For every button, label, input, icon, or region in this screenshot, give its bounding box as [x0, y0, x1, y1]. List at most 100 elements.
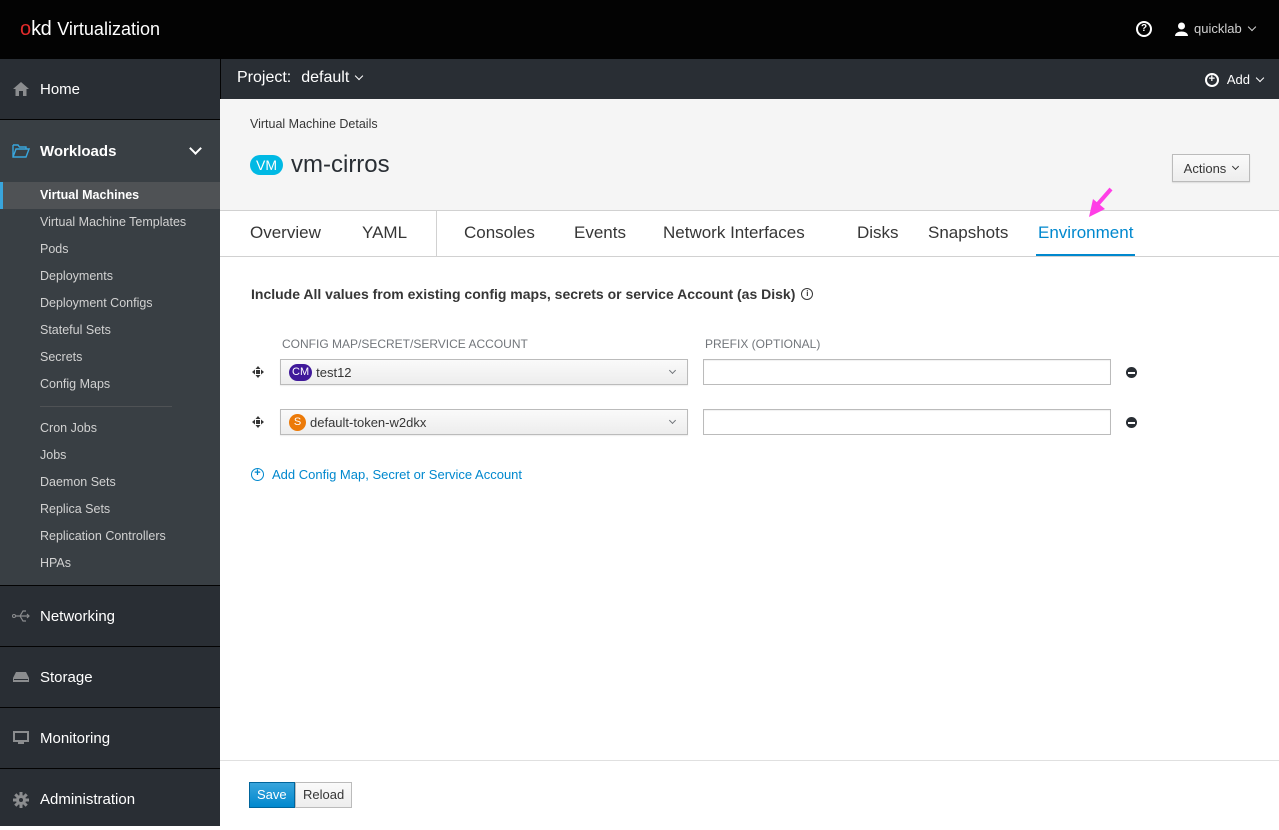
brand-o: o — [20, 18, 32, 40]
secret-badge: S — [289, 413, 306, 431]
vm-name: vm-cirros — [291, 151, 390, 178]
project-value: default — [301, 69, 350, 86]
tab-overview[interactable]: Overview — [250, 223, 321, 243]
add-label: Add — [1226, 72, 1250, 87]
source-select[interactable]: CM test12 — [280, 359, 688, 385]
info-icon[interactable]: i — [801, 288, 814, 300]
chevron-down-icon — [1232, 162, 1240, 170]
workloads-submenu: Virtual Machines Virtual Machine Template… — [0, 182, 220, 585]
tab-consoles[interactable]: Consoles — [464, 223, 535, 243]
intro-text: Include All values from existing config … — [251, 286, 796, 302]
sidebar-label: Home — [40, 80, 81, 98]
sidebar-label: Networking — [40, 607, 116, 625]
prefix-input[interactable] — [703, 359, 1111, 385]
tab-snapshots[interactable]: Snapshots — [928, 223, 1008, 243]
actions-button[interactable]: Actions — [1172, 154, 1250, 182]
sidebar-item-jobs[interactable]: Jobs — [0, 442, 220, 469]
project-bar: Project: default + Add — [220, 59, 1279, 99]
sidebar-item-secrets[interactable]: Secrets — [0, 344, 220, 371]
sidebar-item-home[interactable]: Home — [0, 59, 220, 120]
column-header-prefix: PREFIX (OPTIONAL) — [705, 337, 821, 351]
page-title: VM vm-cirros — [250, 151, 390, 179]
drag-handle-icon[interactable] — [252, 415, 264, 433]
brand-kd: kd — [31, 18, 52, 40]
sidebar-item-stateful-sets[interactable]: Stateful Sets — [0, 317, 220, 344]
sidebar-item-deployment-configs[interactable]: Deployment Configs — [0, 290, 220, 317]
sidebar-label: Storage — [40, 668, 93, 686]
form-footer: Save Reload — [220, 760, 1279, 826]
reload-button[interactable]: Reload — [295, 782, 353, 808]
drag-handle-icon[interactable] — [252, 365, 264, 383]
column-header-source: CONFIG MAP/SECRET/SERVICE ACCOUNT — [282, 337, 528, 351]
home-icon — [12, 82, 30, 96]
sidebar-item-config-maps[interactable]: Config Maps — [0, 371, 220, 398]
project-selector[interactable]: Project: default — [237, 69, 364, 87]
sidebar: Home Workloads Virtual Machines Virtual M… — [0, 59, 220, 826]
sidebar-item-replica-sets[interactable]: Replica Sets — [0, 496, 220, 523]
prefix-input[interactable] — [703, 409, 1111, 435]
add-source-label: Add Config Map, Secret or Service Accoun… — [272, 467, 523, 482]
tab-yaml[interactable]: YAML — [362, 223, 407, 243]
tab-divider — [436, 211, 437, 256]
sidebar-item-networking[interactable]: Networking — [0, 586, 220, 647]
chevron-down-icon — [355, 71, 364, 81]
tab-bar: Overview YAML Consoles Events Network In… — [220, 211, 1279, 257]
sidebar-item-storage[interactable]: Storage — [0, 647, 220, 708]
chevron-down-icon — [189, 142, 202, 155]
chevron-down-icon — [1255, 73, 1265, 82]
sidebar-item-daemon-sets[interactable]: Daemon Sets — [0, 469, 220, 496]
gear-icon — [12, 791, 30, 808]
chevron-down-icon — [668, 416, 677, 425]
help-icon[interactable]: ? — [1136, 21, 1152, 37]
brand-logo[interactable]: o kd Virtualization — [20, 18, 160, 41]
sidebar-label: Monitoring — [40, 729, 111, 747]
actions-label: Actions — [1183, 160, 1227, 176]
sidebar-item-hpas[interactable]: HPAs — [0, 550, 220, 577]
product-name: Virtualization — [57, 19, 160, 39]
chevron-down-icon — [1247, 22, 1256, 31]
tab-network-interfaces[interactable]: Network Interfaces — [663, 223, 805, 243]
sidebar-divider — [40, 406, 172, 407]
sidebar-item-virtual-machine-templates[interactable]: Virtual Machine Templates — [0, 209, 220, 236]
source-select[interactable]: S default-token-w2dkx — [280, 409, 688, 435]
sidebar-item-workloads[interactable]: Workloads — [0, 120, 220, 182]
user-icon — [1175, 22, 1188, 36]
save-button[interactable]: Save — [249, 782, 295, 808]
sidebar-item-replication-controllers[interactable]: Replication Controllers — [0, 523, 220, 550]
vm-badge: VM — [250, 155, 283, 175]
sidebar-label: Workloads — [40, 142, 117, 160]
sidebar-label: Administration — [40, 791, 136, 808]
env-row: S default-token-w2dkx — [220, 409, 1279, 435]
section-heading: Include All values from existing config … — [251, 286, 814, 302]
sidebar-item-administration[interactable]: Administration — [0, 769, 220, 830]
env-row: CM test12 — [220, 359, 1279, 385]
sidebar-item-pods[interactable]: Pods — [0, 236, 220, 263]
monitor-icon — [12, 731, 30, 745]
storage-icon — [12, 671, 30, 683]
source-value: default-token-w2dkx — [310, 414, 427, 430]
sidebar-item-deployments[interactable]: Deployments — [0, 263, 220, 290]
plus-circle-icon: + — [1204, 72, 1219, 87]
source-value: test12 — [316, 364, 352, 380]
page-header: Virtual Machine Details VM vm-cirros Act… — [220, 99, 1279, 211]
remove-row-icon[interactable] — [1126, 367, 1137, 378]
tab-environment[interactable]: Environment — [1035, 223, 1136, 256]
username: quicklab — [1194, 21, 1242, 36]
tab-disks[interactable]: Disks — [857, 223, 899, 243]
network-icon — [12, 609, 30, 623]
sidebar-item-virtual-machines[interactable]: Virtual Machines — [0, 182, 220, 209]
project-label: Project: — [237, 69, 292, 86]
plus-circle-icon: + — [251, 468, 264, 481]
remove-row-icon[interactable] — [1126, 417, 1137, 428]
user-menu[interactable]: quicklab — [1175, 21, 1256, 36]
tab-events[interactable]: Events — [574, 223, 626, 243]
add-source-link[interactable]: + Add Config Map, Secret or Service Acco… — [251, 467, 522, 482]
sidebar-section-workloads: Workloads Virtual Machines Virtual Machin… — [0, 120, 220, 586]
folder-open-icon — [12, 144, 30, 158]
sidebar-item-monitoring[interactable]: Monitoring — [0, 708, 220, 769]
masthead: o kd Virtualization ? quicklab — [0, 0, 1279, 59]
config-map-badge: CM — [289, 363, 313, 381]
add-button[interactable]: + Add — [1204, 72, 1265, 87]
sidebar-item-cron-jobs[interactable]: Cron Jobs — [0, 415, 220, 442]
annotation-arrow-icon — [1089, 187, 1113, 217]
